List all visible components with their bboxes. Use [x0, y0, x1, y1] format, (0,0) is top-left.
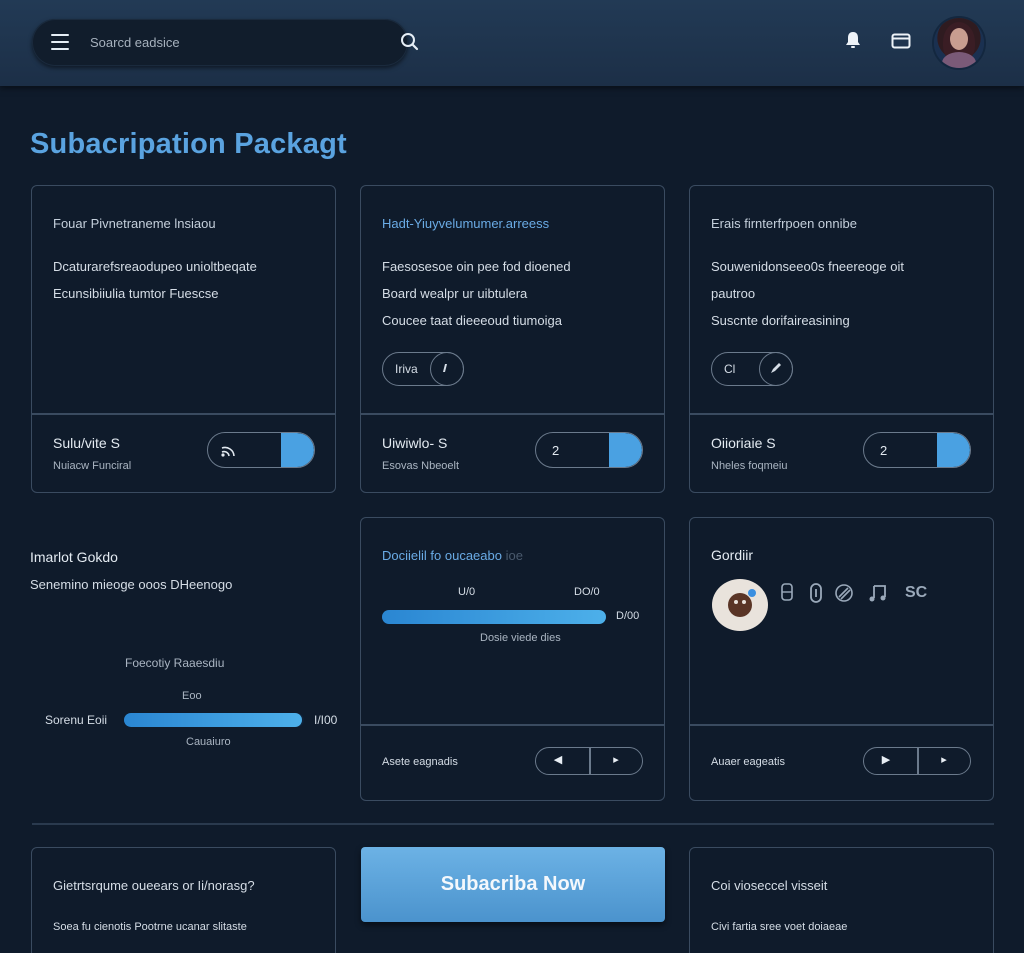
market-bar-left: Sorenu Eoii	[45, 713, 108, 727]
pen-icon[interactable]	[759, 352, 793, 386]
edit-icon[interactable]	[430, 352, 464, 386]
plan-card: Erais firnterfrpoen onnibe Souwenidonsee…	[689, 185, 994, 493]
social-footer-label: Auaer eageatis	[711, 756, 785, 768]
progress-caption: Dosie viede dies	[480, 632, 561, 644]
social-title: Gordiir	[711, 547, 754, 563]
top-bar	[0, 0, 1024, 86]
section-divider	[32, 823, 994, 825]
plan-subtitle: Nuiacw Funciral	[53, 460, 132, 472]
market-progress-bar	[124, 713, 304, 727]
market-progress-fill	[124, 713, 303, 727]
avatar[interactable]	[934, 18, 984, 68]
plan-title: Fouar Pivnetraneme lnsiaou	[53, 216, 216, 231]
window-icon[interactable]	[891, 33, 911, 49]
faq-title: Gietrtsrqume oueears or Ii/norasg?	[53, 878, 255, 893]
subscribe-now-button[interactable]: Subacriba Now	[361, 847, 665, 922]
stepper-increment-button[interactable]	[609, 433, 642, 467]
plan-option-pill[interactable]: Iriva	[382, 352, 464, 386]
quantity-stepper[interactable]: 2	[863, 432, 971, 468]
market-bar-bottom: Cauaiuro	[186, 736, 231, 748]
plan-line: Faesosesoe oin pee fod dioened	[382, 259, 571, 274]
next-button[interactable]: ▸	[934, 753, 954, 769]
progress-footer-label: Asete eagnadis	[382, 756, 458, 768]
progress-card: Dociielil fo oucaeabo ioe U/0 DO/0 D/00 …	[360, 517, 665, 801]
progress-right-value: DO/0	[574, 586, 600, 598]
bell-icon[interactable]	[844, 30, 862, 50]
prev-button[interactable]: ◀	[548, 753, 568, 769]
music-icon[interactable]	[868, 583, 888, 603]
plan-line: Ecunsibiiulia tumtor Fuescse	[53, 286, 219, 301]
plan-line: Souwenidonseeo0s fneereoge oit	[711, 259, 904, 274]
progress-title: Dociielil fo oucaeabo ioe	[382, 548, 523, 563]
market-bar-right: I/I00	[314, 713, 338, 727]
sc-icon[interactable]: SC	[905, 584, 927, 602]
quantity-value: 2	[880, 443, 888, 458]
plan-title: Hadt-Yiuyvelumumer.arreess	[382, 216, 550, 231]
progress-end-value: D/00	[616, 610, 640, 622]
plan-line: Suscnte dorifaireasining	[711, 313, 850, 328]
plan-line: Dcaturarefsreaodupeo unioltbeqate	[53, 259, 257, 274]
stepper-increment-button[interactable]	[281, 433, 314, 467]
plan-name: Oiioriaie S	[711, 435, 776, 451]
plan-card: Hadt-Yiuyvelumumer.arreess Faesosesoe oi…	[360, 185, 665, 493]
menu-icon[interactable]	[51, 34, 69, 50]
progress-left-value: U/0	[458, 586, 476, 598]
prev-button[interactable]: ▶	[876, 753, 896, 769]
stepper-increment-button[interactable]	[937, 433, 970, 467]
quantity-value: 2	[552, 443, 560, 458]
market-bar-title: Foecotiy Raaesdiu	[125, 656, 225, 670]
plan-subtitle: Nheles foqmeiu	[711, 460, 788, 472]
plan-line: Board wealpr ur uibtulera	[382, 286, 528, 301]
plan-option-pill[interactable]: Cl	[711, 352, 793, 386]
info-body: Civi fartia sree voet doiaeae	[711, 921, 848, 933]
pager[interactable]: ▶ ▸	[863, 747, 971, 775]
brand-badge-icon[interactable]	[712, 579, 768, 631]
plan-line: pautroo	[711, 286, 756, 301]
market-bar-top: Eoo	[182, 690, 202, 702]
quantity-stepper[interactable]: 2	[535, 432, 643, 468]
plan-name: Sulu/vite S	[53, 435, 120, 451]
faq-card: Gietrtsrqume oueears or Ii/norasg? Soea …	[31, 847, 336, 953]
plan-title: Erais firnterfrpoen onnibe	[711, 216, 857, 231]
progress-bar	[382, 610, 606, 624]
next-button[interactable]: ▸	[606, 753, 626, 769]
search-icon[interactable]	[400, 32, 420, 52]
plan-line: Coucee taat dieeeoud tiumoiga	[382, 313, 562, 328]
plan-card: Fouar Pivnetraneme lnsiaou Dcaturarefsre…	[31, 185, 336, 493]
link-icon[interactable]	[808, 583, 824, 603]
figma-icon[interactable]	[780, 583, 794, 601]
plan-name: Uiwiwlo- S	[382, 435, 448, 451]
share-icon[interactable]	[834, 583, 854, 603]
plan-subtitle: Esovas Nbeoelt	[382, 460, 460, 472]
quantity-stepper[interactable]	[207, 432, 315, 468]
info-card: Coi vioseccel visseit Civi fartia sree v…	[689, 847, 994, 953]
search-input[interactable]	[90, 31, 350, 53]
search-bar[interactable]	[32, 19, 419, 66]
pager[interactable]: ◀ ▸	[535, 747, 643, 775]
wifi-icon	[221, 446, 235, 457]
page-title: Subacripation Packagt	[30, 128, 347, 160]
social-card: Gordiir Auaer eageatis ▶ ▸	[689, 517, 994, 801]
progress-fill	[382, 610, 606, 624]
market-subtitle: Senemino mieoge ooos DHeenogo	[30, 577, 233, 592]
info-title: Coi vioseccel visseit	[711, 878, 828, 893]
faq-body: Soea fu cienotis Pootrne ucanar slitaste	[53, 921, 247, 933]
market-title: Imarlot Gokdo	[30, 549, 118, 565]
